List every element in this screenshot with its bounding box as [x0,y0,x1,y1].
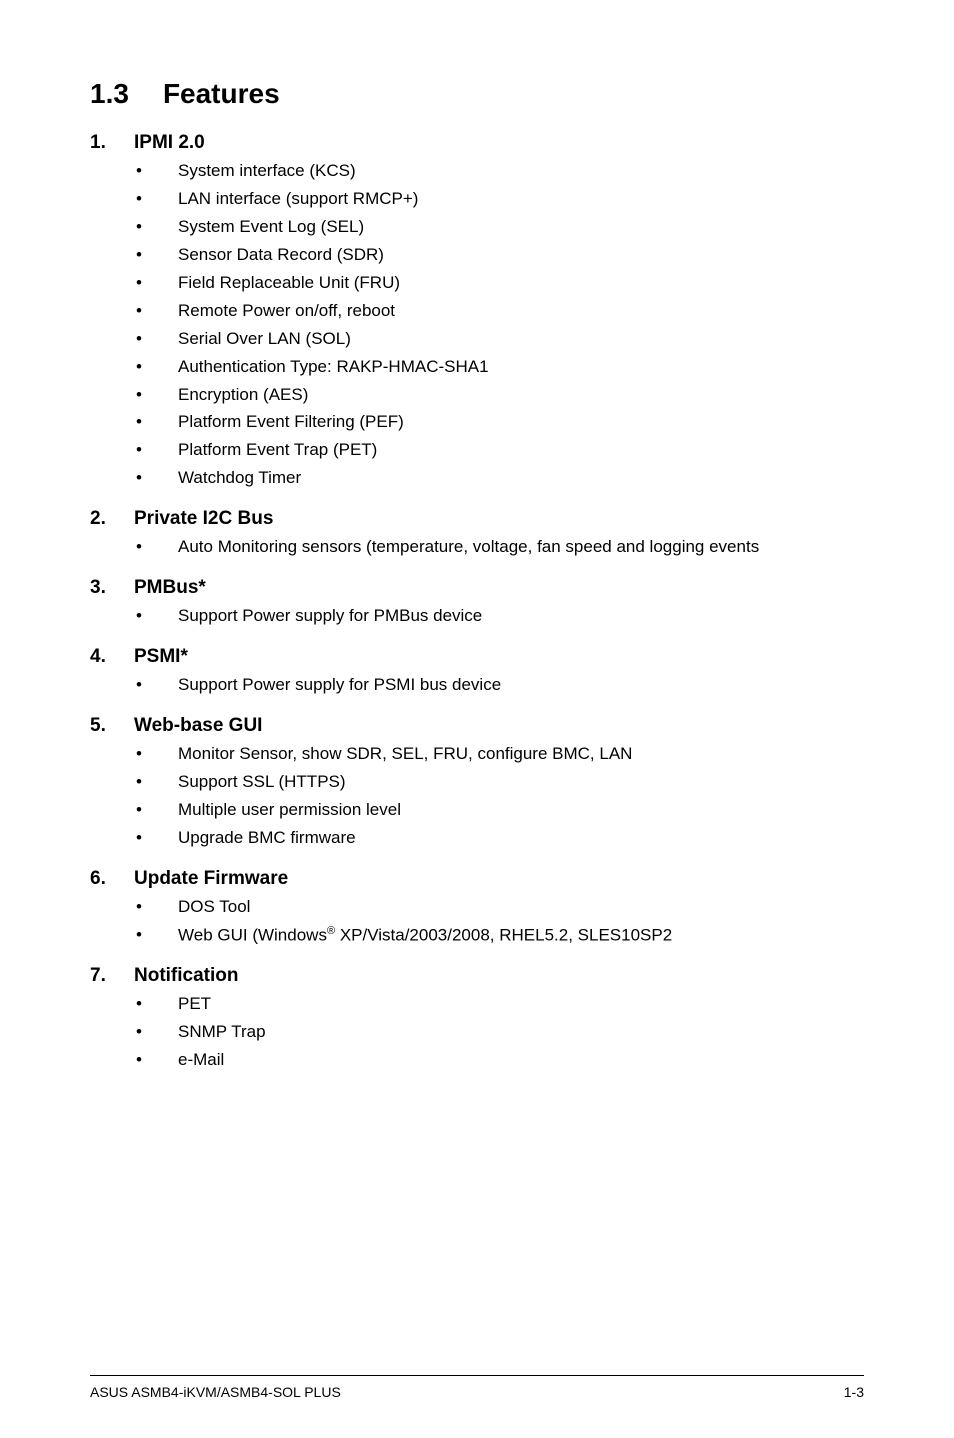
item-title: Notification [134,965,239,987]
feature-item: 1.IPMI 2.0 •System interface (KCS) •LAN … [90,132,864,490]
sub-text: Monitor Sensor, show SDR, SEL, FRU, conf… [178,743,864,766]
bullet-icon: • [134,244,178,267]
bullet-icon: • [134,771,178,794]
bullet-icon: • [134,674,178,697]
bullet-icon: • [134,799,178,822]
sub-text: Field Replaceable Unit (FRU) [178,272,864,295]
bullet-icon: • [134,384,178,407]
feature-item: 5.Web-base GUI •Monitor Sensor, show SDR… [90,715,864,850]
item-title: PSMI* [134,646,188,668]
sub-text: Serial Over LAN (SOL) [178,328,864,351]
sub-text: Support Power supply for PMBus device [178,605,864,628]
sub-text: Remote Power on/off, reboot [178,300,864,323]
feature-item: 7.Notification •PET •SNMP Trap •e-Mail [90,965,864,1072]
sub-text: Upgrade BMC firmware [178,827,864,850]
sub-text: Platform Event Trap (PET) [178,439,864,462]
item-title: Update Firmware [134,868,288,890]
section-number: 1.3 [90,78,129,110]
footer-left: ASUS ASMB4-iKVM/ASMB4-SOL PLUS [90,1384,341,1400]
page-footer: ASUS ASMB4-iKVM/ASMB4-SOL PLUS 1-3 [0,1384,954,1400]
feature-item: 6.Update Firmware •DOS Tool •Web GUI (Wi… [90,868,864,948]
bullet-icon: • [134,993,178,1016]
section-title: 1.3 Features [90,78,864,110]
sub-text: Support Power supply for PSMI bus device [178,674,864,697]
sub-text: Platform Event Filtering (PEF) [178,411,864,434]
sub-text: Multiple user permission level [178,799,864,822]
sub-text: System Event Log (SEL) [178,216,864,239]
sub-text: Auto Monitoring sensors (temperature, vo… [178,536,864,559]
feature-item: 4.PSMI* •Support Power supply for PSMI b… [90,646,864,697]
sub-list: •Monitor Sensor, show SDR, SEL, FRU, con… [90,743,864,850]
sub-text: PET [178,993,864,1016]
bullet-icon: • [134,827,178,850]
bullet-icon: • [134,896,178,919]
sub-text: Web GUI (Windows® XP/Vista/2003/2008, RH… [178,924,864,948]
sub-list: •System interface (KCS) •LAN interface (… [90,160,864,490]
bullet-icon: • [134,160,178,183]
bullet-icon: • [134,272,178,295]
sub-list: •Auto Monitoring sensors (temperature, v… [90,536,864,559]
bullet-icon: • [134,300,178,323]
sub-text: e-Mail [178,1049,864,1072]
item-number: 7. [90,965,134,987]
bullet-icon: • [134,356,178,379]
item-number: 6. [90,868,134,890]
sub-list: •DOS Tool •Web GUI (Windows® XP/Vista/20… [90,896,864,948]
sub-text: System interface (KCS) [178,160,864,183]
section-name: Features [163,78,280,109]
item-title: PMBus* [134,577,206,599]
sub-text: Authentication Type: RAKP-HMAC-SHA1 [178,356,864,379]
bullet-icon: • [134,411,178,434]
item-number: 4. [90,646,134,668]
item-number: 5. [90,715,134,737]
sub-text: LAN interface (support RMCP+) [178,188,864,211]
bullet-icon: • [134,605,178,628]
sub-list: •PET •SNMP Trap •e-Mail [90,993,864,1072]
bullet-icon: • [134,188,178,211]
item-number: 1. [90,132,134,154]
feature-item: 3.PMBus* •Support Power supply for PMBus… [90,577,864,628]
feature-list: 1.IPMI 2.0 •System interface (KCS) •LAN … [90,132,864,1072]
bullet-icon: • [134,1021,178,1044]
footer-right: 1-3 [844,1384,864,1400]
footer-divider [90,1375,864,1376]
bullet-icon: • [134,216,178,239]
sub-text: DOS Tool [178,896,864,919]
bullet-icon: • [134,328,178,351]
sub-text: SNMP Trap [178,1021,864,1044]
bullet-icon: • [134,1049,178,1072]
item-title: Private I2C Bus [134,508,273,530]
feature-item: 2.Private I2C Bus •Auto Monitoring senso… [90,508,864,559]
item-title: IPMI 2.0 [134,132,205,154]
bullet-icon: • [134,743,178,766]
sub-list: •Support Power supply for PSMI bus devic… [90,674,864,697]
sub-text: Sensor Data Record (SDR) [178,244,864,267]
item-title: Web-base GUI [134,715,262,737]
bullet-icon: • [134,467,178,490]
sub-text: Watchdog Timer [178,467,864,490]
bullet-icon: • [134,924,178,948]
sub-text: Support SSL (HTTPS) [178,771,864,794]
item-number: 3. [90,577,134,599]
bullet-icon: • [134,536,178,559]
bullet-icon: • [134,439,178,462]
sub-list: •Support Power supply for PMBus device [90,605,864,628]
sub-text: Encryption (AES) [178,384,864,407]
item-number: 2. [90,508,134,530]
